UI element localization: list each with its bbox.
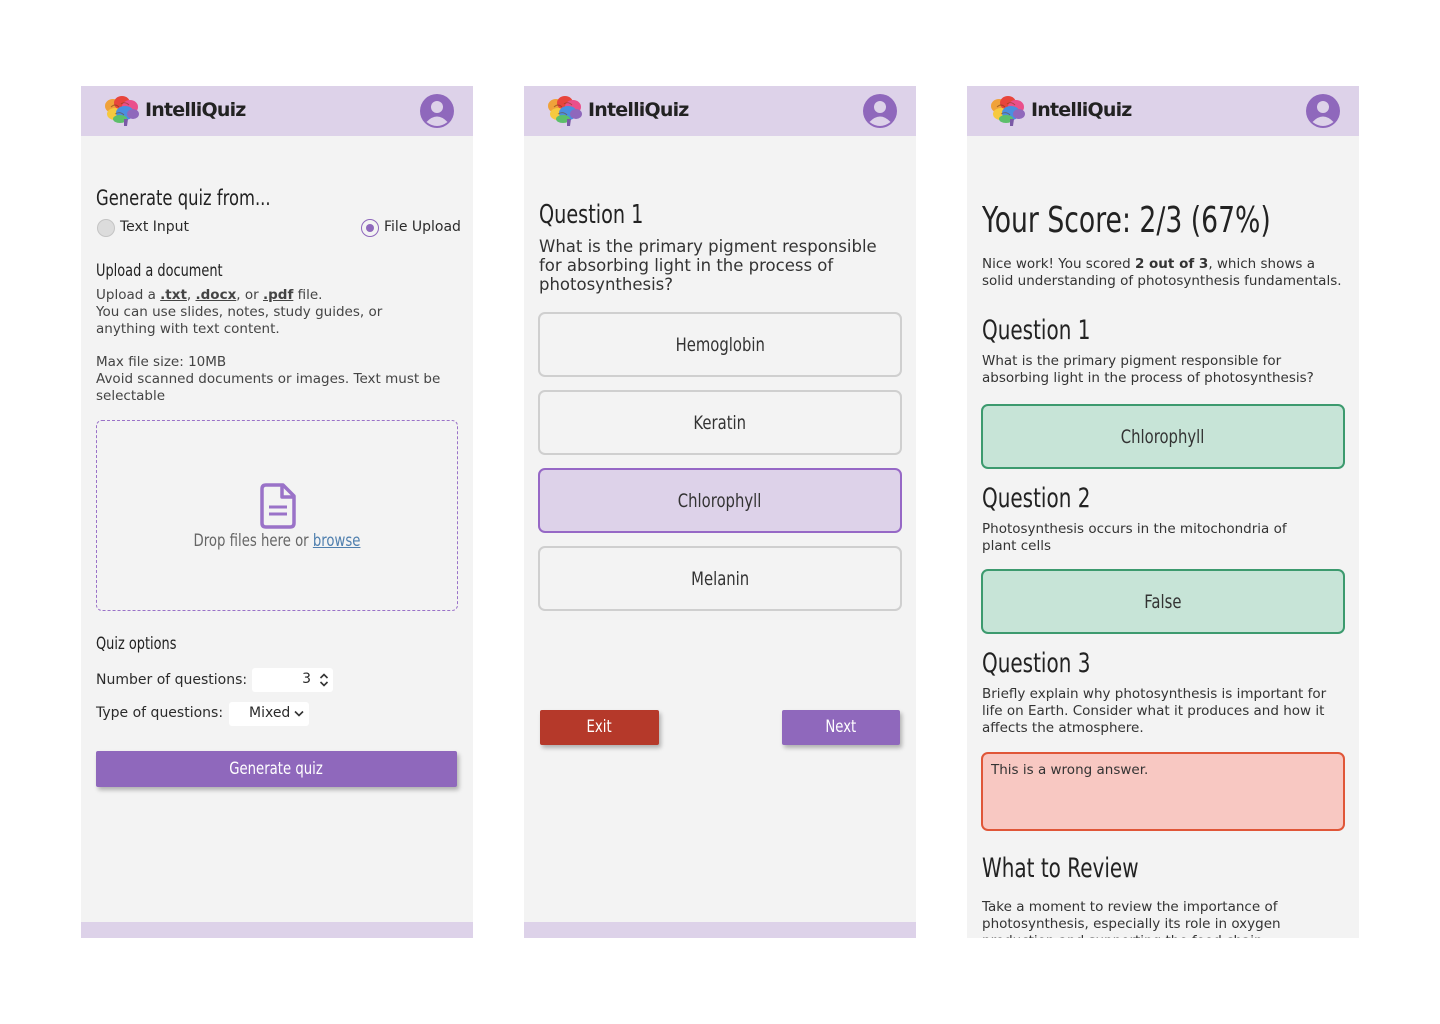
brain-logo-icon — [990, 95, 1026, 127]
radio-button[interactable] — [97, 219, 115, 237]
separator: , — [186, 287, 196, 303]
result-question-title: Question 3 — [982, 648, 1091, 679]
wrong-answer-box: This is a wrong answer. — [981, 752, 1345, 831]
app-header: IntelliQuiz — [524, 86, 916, 136]
footer-bar — [524, 922, 916, 938]
answer-option[interactable]: Keratin — [538, 390, 902, 455]
answer-option-label: Melanin — [690, 568, 750, 590]
type-questions-label: Type of questions: — [96, 705, 224, 721]
chevron-down-icon — [294, 710, 304, 717]
summary-score: 2 out of 3 — [1134, 256, 1209, 272]
file-suffix: file. — [293, 287, 323, 303]
exit-label: Exit — [586, 717, 613, 737]
ext-docx: .docx — [195, 287, 237, 303]
upload-prefix: Upload a — [96, 287, 161, 303]
quiz-results-panel: IntelliQuiz Your Score: 2/3 (67%) Nice w… — [967, 86, 1359, 938]
type-questions-value: Mixed — [249, 705, 291, 721]
result-question-title: Question 2 — [982, 483, 1091, 514]
ext-txt: .txt — [160, 287, 187, 303]
generate-quiz-label: Generate quiz — [229, 759, 324, 779]
radio-label: Text Input — [120, 219, 190, 235]
quiz-setup-panel: IntelliQuiz Generate quiz from... Text I… — [81, 86, 473, 938]
review-title: What to Review — [982, 853, 1139, 884]
result-question-text: What is the primary pigment responsible … — [982, 353, 1314, 386]
result-question-title: Question 1 — [982, 315, 1091, 346]
quiz-options-heading: Quiz options — [96, 634, 177, 654]
app-header: IntelliQuiz — [967, 86, 1359, 136]
question-text: What is the primary pigment responsible … — [539, 237, 877, 294]
exit-button[interactable]: Exit — [540, 710, 659, 745]
review-text: Take a moment to review the importance o… — [982, 899, 1281, 938]
brain-logo-icon — [104, 95, 140, 127]
app-name: IntelliQuiz — [588, 99, 689, 121]
user-avatar-icon[interactable] — [1306, 94, 1340, 128]
question-title: Question 1 — [539, 200, 644, 230]
radio-button[interactable] — [361, 219, 379, 237]
max-file-size: Max file size: 10MB — [96, 354, 227, 370]
document-icon — [260, 483, 296, 529]
generate-quiz-button[interactable]: Generate quiz — [96, 751, 457, 787]
drop-text: Drop files here or — [193, 531, 313, 551]
app-name: IntelliQuiz — [145, 99, 246, 121]
ext-pdf: .pdf — [262, 287, 294, 303]
scan-warning: Avoid scanned documents or images. Text … — [96, 371, 441, 404]
upload-heading: Upload a document — [96, 261, 223, 281]
next-label: Next — [825, 717, 857, 737]
answer-option-selected[interactable]: Chlorophyll — [538, 468, 902, 533]
score-summary: Nice work! You scored 2 out of 3, which … — [982, 256, 1342, 290]
result-question-text: Photosynthesis occurs in the mitochondri… — [982, 521, 1287, 554]
next-button[interactable]: Next — [782, 710, 900, 745]
answer-option-label: Keratin — [693, 412, 747, 434]
brain-logo-icon — [547, 95, 583, 127]
type-questions-select[interactable]: Mixed — [229, 702, 309, 726]
answer-option-label: Chlorophyll — [678, 490, 762, 512]
correct-answer-box: False — [981, 569, 1345, 634]
answer-text: Chlorophyll — [1121, 426, 1205, 448]
correct-answer-box: Chlorophyll — [981, 404, 1345, 469]
num-questions-value: 3 — [302, 671, 311, 687]
radio-label: File Upload — [384, 219, 461, 235]
answer-text: False — [1144, 591, 1182, 613]
num-questions-stepper[interactable]: 3 — [252, 668, 333, 692]
user-avatar-icon[interactable] — [863, 94, 897, 128]
stepper-arrows-icon[interactable] — [319, 672, 329, 688]
drop-text-row: Drop files here or browse — [97, 531, 457, 551]
result-question-text: Briefly explain why photosynthesis is im… — [982, 686, 1327, 736]
upload-hint: You can use slides, notes, study guides,… — [96, 304, 383, 337]
quiz-question-panel: IntelliQuiz Question 1 What is the prima… — [524, 86, 916, 938]
upload-instructions: Upload a .txt, .docx, or .pdf file. You … — [96, 287, 446, 338]
answer-option[interactable]: Melanin — [538, 546, 902, 611]
file-limits: Max file size: 10MB Avoid scanned docume… — [96, 354, 446, 405]
score-title: Your Score: 2/3 (67%) — [982, 200, 1271, 241]
separator: , or — [236, 287, 263, 303]
answer-text: This is a wrong answer. — [991, 762, 1149, 778]
footer-bar — [81, 922, 473, 938]
summary-prefix: Nice work! You scored — [982, 256, 1135, 272]
app-header: IntelliQuiz — [81, 86, 473, 136]
answer-option-label: Hemoglobin — [675, 334, 765, 356]
answer-option[interactable]: Hemoglobin — [538, 312, 902, 377]
setup-title: Generate quiz from... — [96, 186, 271, 210]
num-questions-label: Number of questions: — [96, 672, 248, 688]
file-dropzone[interactable]: Drop files here or browse — [96, 420, 458, 611]
user-avatar-icon[interactable] — [420, 94, 454, 128]
app-name: IntelliQuiz — [1031, 99, 1132, 121]
browse-link[interactable]: browse — [313, 531, 361, 551]
